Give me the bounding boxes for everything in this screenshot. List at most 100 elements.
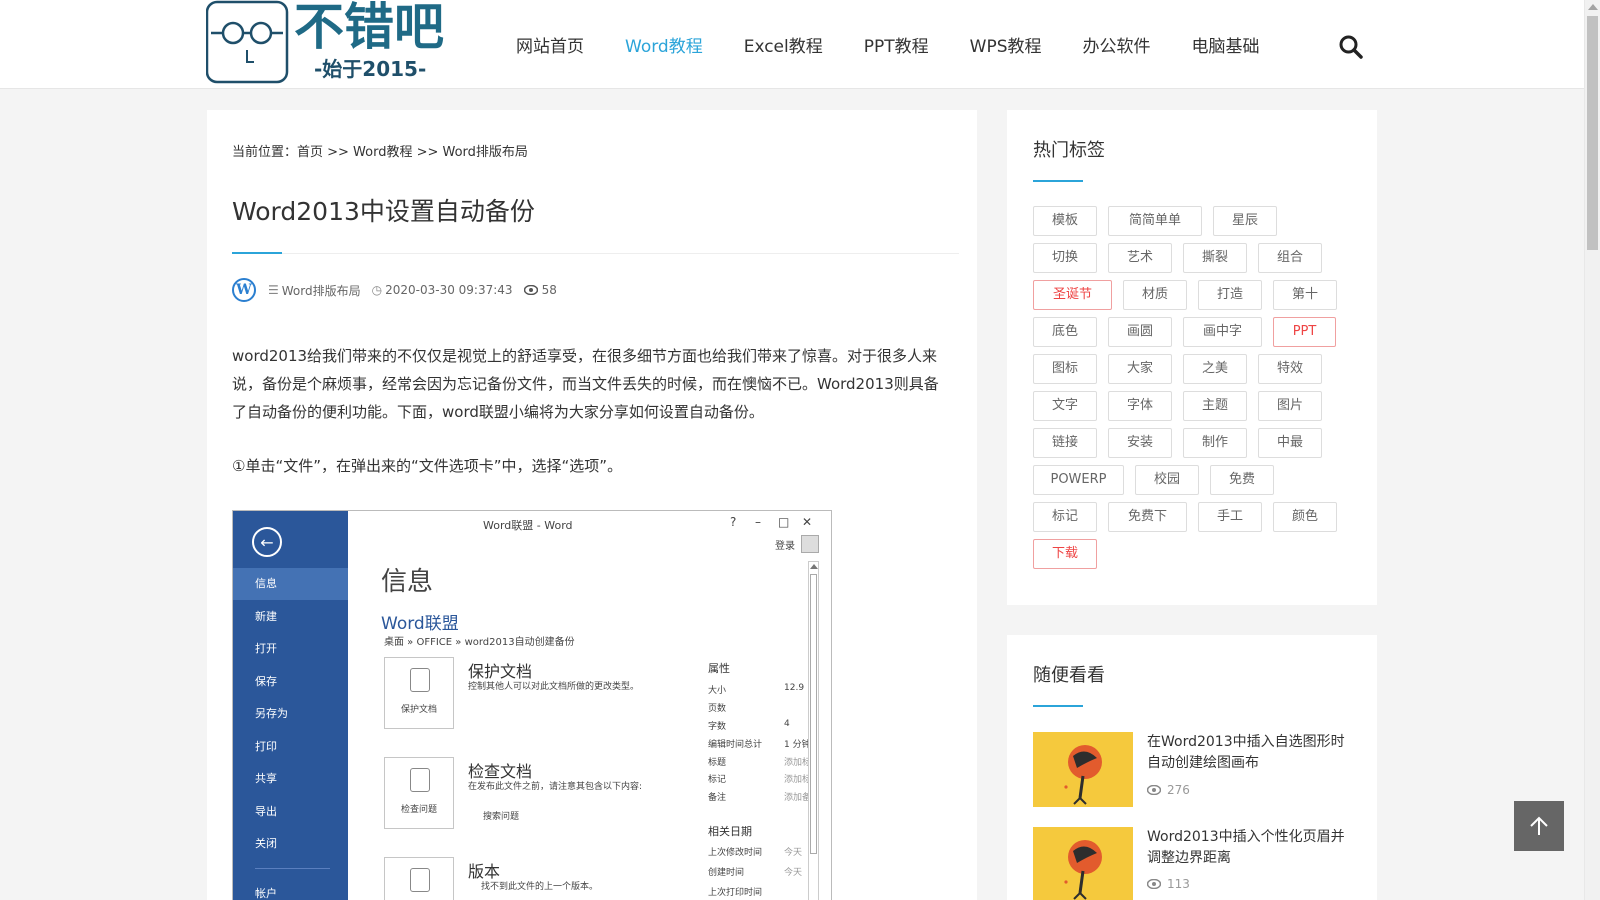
article-thumbnail[interactable]	[1033, 827, 1133, 900]
tag-item[interactable]: POWERP	[1033, 465, 1124, 495]
dates-heading: 相关日期	[708, 825, 752, 838]
prop-key: 备注	[708, 793, 727, 803]
date-key: 上次修改时间	[708, 848, 763, 858]
tag-item[interactable]: 艺术	[1108, 243, 1172, 273]
backstage-divider	[255, 868, 330, 869]
tag-item[interactable]: 简简单单	[1108, 206, 1202, 236]
tag-item[interactable]: 免费	[1210, 465, 1274, 495]
tag-item[interactable]: 材质	[1123, 280, 1187, 310]
article-meta: W ☰ Word排版布局 ◷ 2020-03-30 09:37:43 58	[232, 278, 568, 302]
prop-value: 添加标记	[784, 775, 809, 785]
prop-key: 字数	[708, 722, 727, 732]
tag-item[interactable]: 免费下	[1108, 502, 1187, 532]
tag-item[interactable]: 画中字	[1183, 317, 1262, 347]
tag-item[interactable]: 校园	[1135, 465, 1199, 495]
random-reads-card: 随便看看 在Word2013中插入自选图形时自动创建绘图画布 276 Word2…	[1007, 635, 1377, 900]
arrow-up-icon	[1530, 816, 1548, 835]
backstage-item: 新建	[255, 610, 277, 623]
site-logo[interactable]: 不错吧 -始于2015-	[206, 0, 476, 86]
check-issues-button-label: 检查问题	[400, 805, 437, 815]
tag-item[interactable]: 文字	[1033, 391, 1097, 421]
tag-item[interactable]: 下载	[1033, 539, 1097, 569]
tag-item[interactable]: 链接	[1033, 428, 1097, 458]
user-avatar-icon	[801, 535, 819, 553]
scrollbar-thumb[interactable]	[1587, 16, 1598, 250]
versions-button	[384, 857, 454, 900]
tag-item[interactable]: 大家	[1108, 354, 1172, 384]
page-scrollbar[interactable]	[1584, 0, 1600, 900]
tag-item[interactable]: 字体	[1108, 391, 1172, 421]
hot-tags-accent-bar	[1033, 180, 1083, 182]
eye-icon	[1147, 879, 1161, 889]
tag-item[interactable]: 颜色	[1273, 502, 1337, 532]
versions-desc: 找不到此文件的上一个版本。	[481, 882, 599, 892]
prop-value: 1 分钟	[784, 740, 809, 750]
tag-item[interactable]: 组合	[1258, 243, 1322, 273]
hot-tags-title: 热门标签	[1033, 140, 1105, 161]
tag-item[interactable]: 图标	[1033, 354, 1097, 384]
scroll-up-arrow-icon	[810, 564, 818, 569]
date-value: 今天	[784, 868, 803, 878]
tag-item[interactable]: 模板	[1033, 206, 1097, 236]
date-value: 今天	[784, 848, 803, 858]
nav-pc-basics[interactable]: 电脑基础	[1192, 32, 1260, 57]
list-item[interactable]: Word2013中插入个性化页眉并调整边界距离 113	[1033, 827, 1363, 900]
screenshot-scrollbar	[808, 561, 819, 900]
tag-item[interactable]: 特效	[1258, 354, 1322, 384]
back-to-top-button[interactable]	[1514, 801, 1564, 851]
breadcrumb[interactable]: 当前位置：首页 >> Word教程 >> Word排版布局	[232, 141, 528, 160]
article-card: 当前位置：首页 >> Word教程 >> Word排版布局 Word2013中设…	[207, 110, 977, 900]
tag-item[interactable]: 底色	[1033, 317, 1097, 347]
tag-item[interactable]: 标记	[1033, 502, 1097, 532]
tag-item[interactable]: 制作	[1183, 428, 1247, 458]
nav-home[interactable]: 网站首页	[516, 32, 584, 57]
nav-ppt[interactable]: PPT教程	[864, 32, 929, 57]
tag-item[interactable]: 星辰	[1213, 206, 1277, 236]
nav-wps[interactable]: WPS教程	[970, 32, 1042, 57]
article-title: Word2013中设置自动备份	[232, 197, 535, 226]
back-arrow-icon: ←	[252, 527, 282, 557]
tag-item[interactable]: 切换	[1033, 243, 1097, 273]
meta-datetime-label: 2020-03-30 09:37:43	[385, 283, 513, 297]
scroll-up-arrow-icon[interactable]	[1588, 4, 1598, 10]
tag-item[interactable]: 之美	[1183, 354, 1247, 384]
backstage-item: 另存为	[255, 707, 288, 720]
search-icon[interactable]	[1338, 34, 1364, 60]
prop-value: 添加备注	[784, 793, 809, 803]
prop-value: 12.9	[784, 683, 805, 693]
tag-item[interactable]: 撕裂	[1183, 243, 1247, 273]
list-item-title[interactable]: 在Word2013中插入自选图形时自动创建绘图画布	[1147, 732, 1347, 774]
backstage-item: 共享	[255, 772, 277, 785]
tag-item[interactable]: 中最	[1258, 428, 1322, 458]
backstage-item: 帐户	[255, 887, 277, 900]
doc-name: Word联盟	[381, 614, 459, 634]
tag-item[interactable]: PPT	[1273, 317, 1336, 347]
backstage-item: 保存	[255, 675, 277, 688]
nav-word[interactable]: Word教程	[625, 32, 703, 57]
nav-office[interactable]: 办公软件	[1083, 32, 1151, 57]
tag-item[interactable]: 第十	[1273, 280, 1337, 310]
inspect-doc-desc: 在发布此文件之前，请注意其包含以下内容:	[468, 782, 643, 792]
tag-item[interactable]: 手工	[1198, 502, 1262, 532]
tag-item[interactable]: 画圆	[1108, 317, 1172, 347]
tag-item[interactable]: 安装	[1108, 428, 1172, 458]
screenshot-scroll-thumb	[810, 574, 817, 854]
article-thumbnail[interactable]	[1033, 732, 1133, 807]
protect-doc-button: 保护文档	[384, 657, 454, 729]
nav-excel[interactable]: Excel教程	[744, 32, 823, 57]
tag-item[interactable]: 主题	[1183, 391, 1247, 421]
protect-doc-heading: 保护文档	[468, 662, 533, 681]
tag-item[interactable]: 打造	[1198, 280, 1262, 310]
logo-subtext: -始于2015-	[314, 57, 426, 81]
meta-views: 58	[523, 283, 557, 297]
date-key: 上次打印时间	[708, 888, 763, 898]
list-item[interactable]: 在Word2013中插入自选图形时自动创建绘图画布 276	[1033, 732, 1363, 812]
tag-item[interactable]: 圣诞节	[1033, 280, 1112, 310]
list-item-title[interactable]: Word2013中插入个性化页眉并调整边界距离	[1147, 827, 1347, 869]
meta-category[interactable]: ☰ Word排版布局	[268, 282, 361, 299]
meta-datetime: ◷ 2020-03-30 09:37:43	[372, 283, 513, 297]
list-item-views-count: 113	[1167, 877, 1190, 891]
inspect-icon	[410, 768, 430, 792]
tag-item[interactable]: 图片	[1258, 391, 1322, 421]
protect-doc-button-label: 保护文档	[400, 705, 437, 715]
